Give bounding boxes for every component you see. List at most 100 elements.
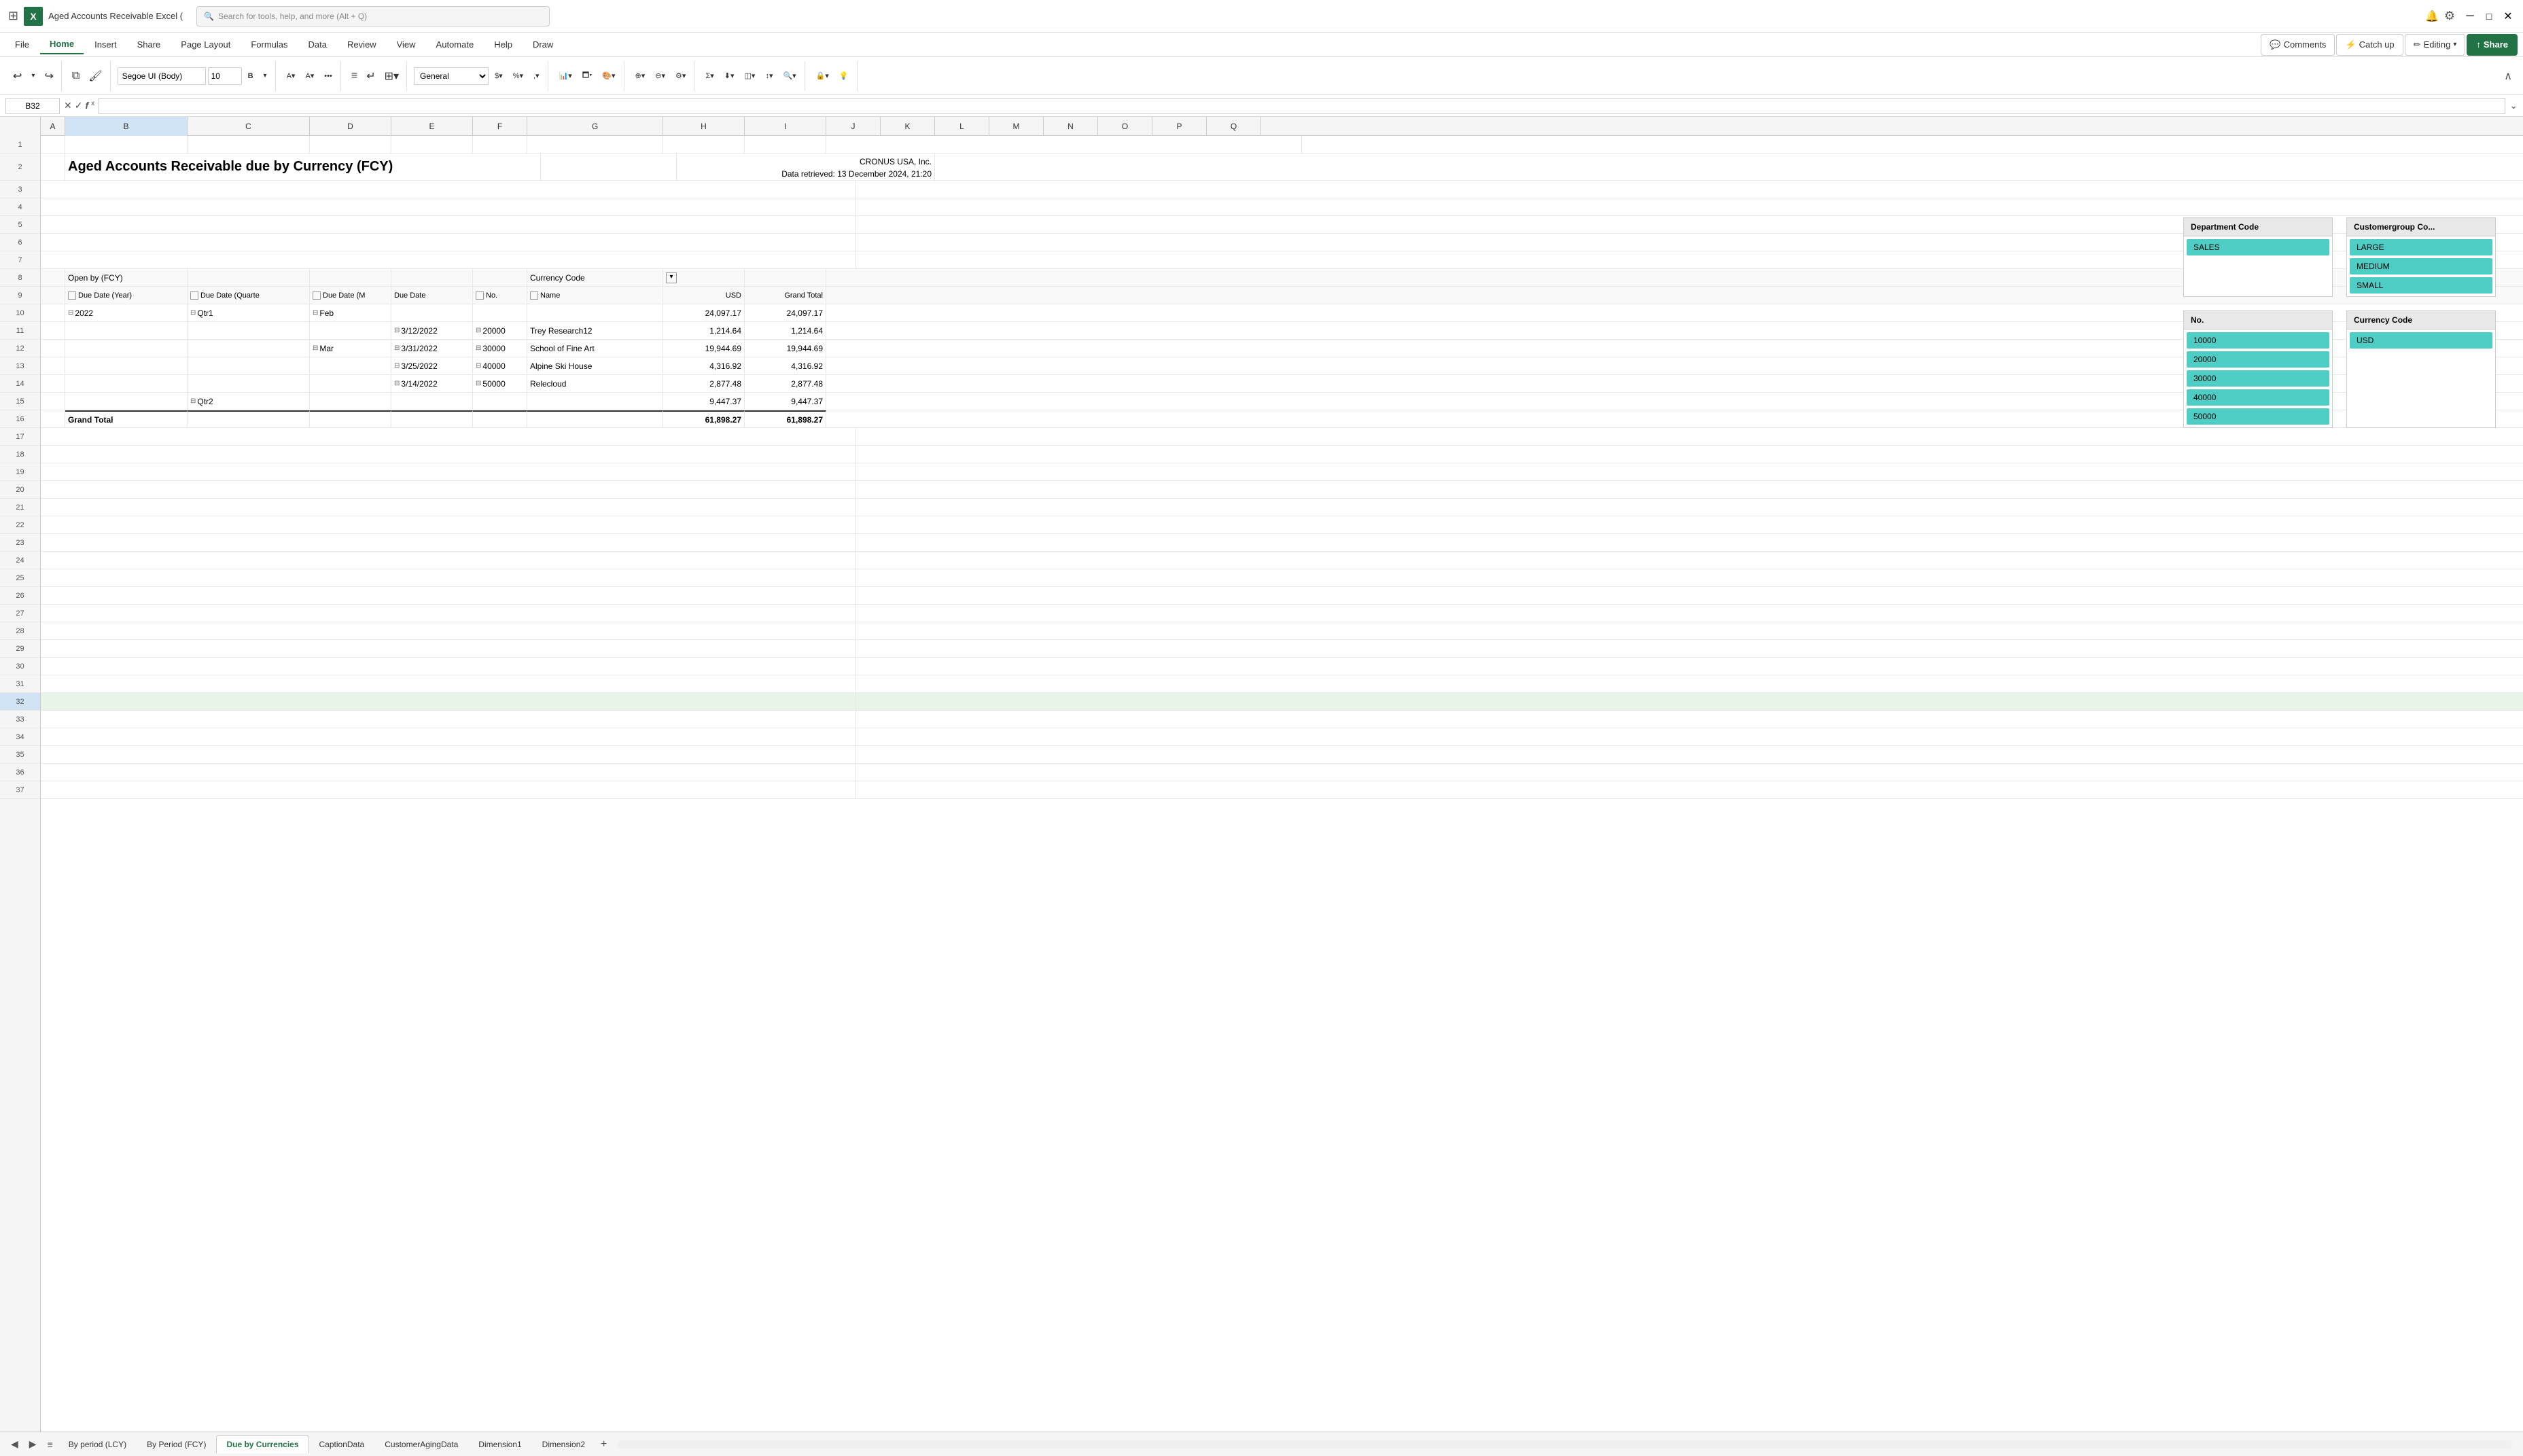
cell-A10[interactable] — [41, 304, 65, 321]
find-btn[interactable]: 🔍▾ — [779, 69, 800, 82]
expand-no11[interactable]: ⊟ — [476, 327, 481, 334]
insert-function-btn[interactable]: f — [85, 100, 88, 111]
app-grid-icon[interactable]: ⊞ — [8, 9, 18, 23]
cell-C11[interactable] — [188, 322, 310, 339]
expand-no14[interactable]: ⊟ — [476, 380, 481, 387]
cell-A12[interactable] — [41, 340, 65, 357]
tab-help[interactable]: Help — [484, 35, 522, 54]
tab-file[interactable]: File — [5, 35, 39, 54]
col-header-P[interactable]: P — [1152, 117, 1207, 136]
cell-row20[interactable] — [41, 481, 856, 498]
row-num-29[interactable]: 29 — [0, 640, 40, 658]
cell-row23[interactable] — [41, 534, 856, 551]
cell-row22[interactable] — [41, 516, 856, 533]
row-num-18[interactable]: 18 — [0, 446, 40, 463]
row-num-20[interactable]: 20 — [0, 481, 40, 499]
comments-button[interactable]: 💬 Comments — [2261, 34, 2335, 56]
customergroup-item-small[interactable]: SMALL — [2350, 277, 2492, 294]
cell-D10-month[interactable]: ⊟ Feb — [310, 304, 391, 321]
cell-row24[interactable] — [41, 552, 856, 569]
row-num-26[interactable]: 26 — [0, 587, 40, 605]
row-num-19[interactable]: 19 — [0, 463, 40, 481]
ideas-btn[interactable]: 💡 — [835, 69, 853, 82]
filter-dropdown-icon[interactable]: ▾ — [666, 272, 677, 283]
row-num-3[interactable]: 3 — [0, 181, 40, 198]
row-num-5[interactable]: 5 — [0, 216, 40, 234]
tab-customer-aging-data[interactable]: CustomerAgingData — [374, 1435, 468, 1453]
col-header-L[interactable]: L — [935, 117, 989, 136]
cell-A11[interactable] — [41, 322, 65, 339]
cell-C15-qtr2[interactable]: ⊟ Qtr2 — [188, 393, 310, 410]
cell-I11-total[interactable]: 1,214.64 — [745, 322, 826, 339]
cell-E15[interactable] — [391, 393, 473, 410]
cell-C12[interactable] — [188, 340, 310, 357]
cell-F8[interactable] — [473, 269, 527, 286]
cell-E13-date[interactable]: ⊟ 3/25/2022 — [391, 357, 473, 374]
cell-A9[interactable] — [41, 287, 65, 304]
cell-I12-total[interactable]: 19,944.69 — [745, 340, 826, 357]
cell-row36[interactable] — [41, 764, 856, 781]
col-header-B[interactable]: B — [65, 117, 188, 136]
tab-page-layout[interactable]: Page Layout — [171, 35, 240, 54]
cell-I14-total[interactable]: 2,877.48 — [745, 375, 826, 392]
window-maximize[interactable]: □ — [2482, 10, 2496, 23]
more-btn[interactable]: ••• — [320, 70, 336, 82]
col-header-D[interactable]: D — [310, 117, 391, 136]
department-item-sales[interactable]: SALES — [2187, 239, 2329, 255]
cell-row30[interactable] — [41, 658, 856, 675]
fill-btn[interactable]: ⬇▾ — [720, 69, 739, 82]
expand-date11[interactable]: ⊟ — [394, 327, 400, 334]
share-button[interactable]: ↑ Share — [2467, 34, 2518, 56]
checkbox-no[interactable] — [476, 291, 484, 300]
row-num-35[interactable]: 35 — [0, 746, 40, 764]
cell-G14-name[interactable]: Relecloud — [527, 375, 663, 392]
cell-H1[interactable] — [663, 136, 745, 153]
cell-F1[interactable] — [473, 136, 527, 153]
cell-A8[interactable] — [41, 269, 65, 286]
cell-I1[interactable] — [745, 136, 826, 153]
cell-row27[interactable] — [41, 605, 856, 622]
no-item-30000[interactable]: 30000 — [2187, 370, 2329, 387]
row-num-4[interactable]: 4 — [0, 198, 40, 216]
row-num-33[interactable]: 33 — [0, 711, 40, 728]
cell-H12-usd[interactable]: 19,944.69 — [663, 340, 745, 357]
add-sheet-btn[interactable]: + — [595, 1436, 612, 1453]
row-num-32[interactable]: 32 — [0, 693, 40, 711]
cell-row32[interactable] — [41, 693, 856, 710]
cell-E9-header[interactable]: Due Date — [391, 287, 473, 304]
expand-qtr[interactable]: ⊟ — [190, 309, 196, 317]
cell-row3[interactable] — [41, 181, 856, 198]
tab-automate[interactable]: Automate — [427, 35, 484, 54]
cell-row28[interactable] — [41, 622, 856, 639]
cell-B15[interactable] — [65, 393, 188, 410]
no-item-20000[interactable]: 20000 — [2187, 351, 2329, 368]
font-name-input[interactable] — [118, 67, 206, 85]
window-close[interactable]: ✕ — [2501, 10, 2515, 23]
row-num-9[interactable]: 9 — [0, 287, 40, 304]
redo-btn[interactable]: ↪ — [41, 67, 56, 85]
row-num-30[interactable]: 30 — [0, 658, 40, 675]
row-num-25[interactable]: 25 — [0, 569, 40, 587]
row-num-12[interactable]: 12 — [0, 340, 40, 357]
cell-row17[interactable] — [41, 428, 856, 445]
undo-dropdown[interactable]: ▾ — [27, 70, 39, 82]
bold-dropdown[interactable]: ▾ — [260, 70, 271, 82]
formula-input[interactable] — [99, 98, 2505, 114]
cell-F14-no[interactable]: ⊟ 50000 — [473, 375, 527, 392]
cell-D15[interactable] — [310, 393, 391, 410]
clear-btn[interactable]: ◫▾ — [741, 69, 760, 82]
cond-format-btn[interactable]: 📊▾ — [555, 69, 576, 82]
cell-A13[interactable] — [41, 357, 65, 374]
cell-G10[interactable] — [527, 304, 663, 321]
cell-G16[interactable] — [527, 410, 663, 427]
format-cells-btn[interactable]: ⚙▾ — [671, 69, 690, 82]
currency-btn[interactable]: $▾ — [491, 69, 507, 82]
sum-btn[interactable]: Σ▾ — [701, 69, 718, 82]
cancel-formula-btn[interactable]: ✕ — [64, 100, 72, 111]
cell-F16[interactable] — [473, 410, 527, 427]
cell-ref-box[interactable]: B32 — [5, 98, 60, 114]
col-header-N[interactable]: N — [1044, 117, 1098, 136]
tab-dimension1[interactable]: Dimension1 — [468, 1435, 531, 1453]
cell-D8[interactable] — [310, 269, 391, 286]
cell-row21[interactable] — [41, 499, 856, 516]
